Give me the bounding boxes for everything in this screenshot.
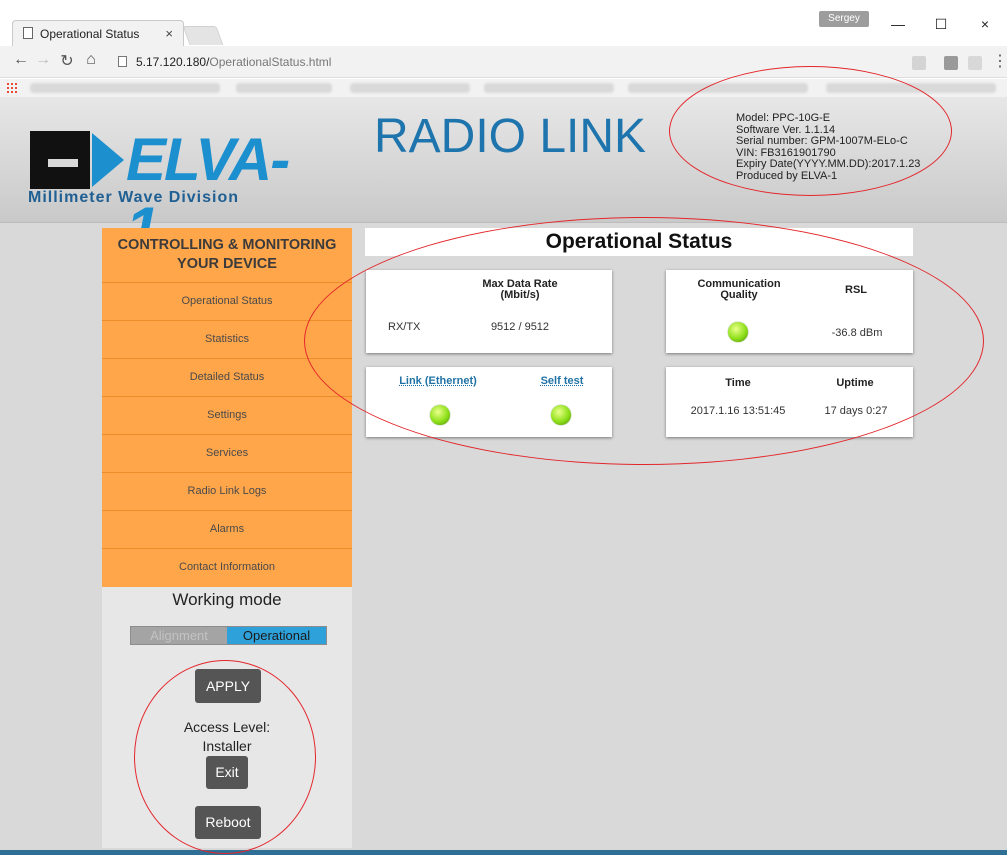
access-level: Access Level: Installer xyxy=(102,718,352,756)
sidebar-item-alarms[interactable]: Alarms xyxy=(102,511,352,549)
page-icon xyxy=(118,56,127,67)
quality-rsl-card: Communication Quality RSL -36.8 dBm xyxy=(666,270,913,353)
bottom-strip xyxy=(0,850,1007,855)
logo-e-block xyxy=(30,131,90,189)
new-tab-button[interactable] xyxy=(182,26,224,45)
apply-button[interactable]: APPLY xyxy=(195,669,261,703)
communication-quality-led-icon xyxy=(728,322,748,342)
address-bar-row: ← → ↻ ⌂ 5.17.120.180/OperationalStatus.h… xyxy=(0,46,1007,78)
sidebar-item-settings[interactable]: Settings xyxy=(102,397,352,435)
tab-close-icon[interactable]: × xyxy=(165,26,173,41)
minimize-button[interactable]: — xyxy=(883,16,913,32)
uptime-header: Uptime xyxy=(836,377,874,389)
link-selftest-card: Link (Ethernet) Self test xyxy=(366,367,612,437)
document-icon xyxy=(23,27,33,39)
sidebar: CONTROLLING & MONITORING YOUR DEVICE Ope… xyxy=(102,228,352,848)
time-uptime-card: Time Uptime 2017.1.16 13:51:45 17 days 0… xyxy=(666,367,913,437)
forward-arrow-icon[interactable]: → xyxy=(32,51,54,69)
link-ethernet-led-icon xyxy=(430,405,450,425)
back-arrow-icon[interactable]: ← xyxy=(10,51,32,69)
access-level-label: Access Level: xyxy=(183,719,271,735)
self-test-led-icon xyxy=(551,405,571,425)
url-text[interactable]: 5.17.120.180/OperationalStatus.html xyxy=(136,55,331,69)
radio-link-title: RADIO LINK xyxy=(374,110,647,163)
elva-logo: ELVA-1 Millimeter Wave Division xyxy=(26,119,296,262)
profile-badge[interactable]: Sergey xyxy=(819,11,869,27)
device-model: Model: PPC-10G-E xyxy=(736,112,831,124)
link-ethernet-link[interactable]: Link (Ethernet) xyxy=(368,375,508,387)
data-rate-card: Max Data Rate (Mbit/s) RX/TX 9512 / 9512 xyxy=(366,270,612,353)
reboot-button[interactable]: Reboot xyxy=(195,806,261,839)
working-mode-title: Working mode xyxy=(172,590,282,609)
time-value: 2017.1.16 13:51:45 xyxy=(690,405,786,417)
blurred-bookmark[interactable] xyxy=(826,83,996,93)
sidebar-item-services[interactable]: Services xyxy=(102,435,352,473)
close-window-button[interactable]: × xyxy=(970,16,1000,32)
browser-menu-icon[interactable]: ⋮ xyxy=(992,51,1007,71)
bookmarks-bar xyxy=(0,79,1007,97)
mode-alignment-option[interactable]: Alignment xyxy=(131,627,227,644)
sidebar-item-operational-status[interactable]: Operational Status xyxy=(102,283,352,321)
access-level-value: Installer xyxy=(202,738,252,754)
maximize-button[interactable]: ☐ xyxy=(926,16,956,33)
blurred-bookmark[interactable] xyxy=(628,83,808,93)
sidebar-item-radio-link-logs[interactable]: Radio Link Logs xyxy=(102,473,352,511)
sidebar-item-contact-information[interactable]: Contact Information xyxy=(102,549,352,587)
tab-title: Operational Status xyxy=(40,27,140,41)
communication-quality-header: Communication Quality xyxy=(697,278,781,301)
browser-title-bar: Operational Status × Sergey — ☐ × xyxy=(0,0,1007,46)
rxtx-label: RX/TX xyxy=(388,321,421,333)
mode-operational-option[interactable]: Operational xyxy=(227,627,326,644)
rxtx-value: 9512 / 9512 xyxy=(490,321,550,333)
page: ELVA-1 Millimeter Wave Division RADIO LI… xyxy=(0,97,1007,855)
logo-subtitle: Millimeter Wave Division xyxy=(28,189,240,206)
blurred-bookmark[interactable] xyxy=(484,83,614,93)
browser-tab[interactable]: Operational Status × xyxy=(12,20,184,46)
rsl-value: -36.8 dBm xyxy=(831,327,883,339)
sidebar-item-statistics[interactable]: Statistics xyxy=(102,321,352,359)
home-icon[interactable]: ⌂ xyxy=(80,51,102,69)
self-test-link[interactable]: Self test xyxy=(516,375,608,387)
rsl-header: RSL xyxy=(845,284,867,296)
sidebar-menu: CONTROLLING & MONITORING YOUR DEVICE Ope… xyxy=(102,228,352,587)
data-rate-header: Max Data Rate (Mbit/s) xyxy=(482,278,558,301)
blurred-bookmark[interactable] xyxy=(236,83,332,93)
device-info: Model: PPC-10G-E Software Ver. 1.1.14 Se… xyxy=(736,112,920,183)
pdf-extension-icon[interactable] xyxy=(968,56,982,70)
uptime-value: 17 days 0:27 xyxy=(824,405,888,417)
url-bar[interactable]: 5.17.120.180/OperationalStatus.html xyxy=(110,51,930,73)
blurred-bookmark[interactable] xyxy=(30,83,220,93)
apps-grid-icon[interactable] xyxy=(6,82,18,94)
sidebar-item-detailed-status[interactable]: Detailed Status xyxy=(102,359,352,397)
exit-button[interactable]: Exit xyxy=(206,756,248,789)
logo-triangle xyxy=(92,133,124,187)
operational-status-title: Operational Status xyxy=(365,228,913,256)
time-header: Time xyxy=(725,377,751,389)
extension-off-icon[interactable] xyxy=(944,56,958,70)
device-producer: Produced by ELVA-1 xyxy=(736,169,838,182)
blurred-bookmark[interactable] xyxy=(350,83,470,93)
menu-heading: CONTROLLING & MONITORING YOUR DEVICE xyxy=(102,228,352,283)
reload-icon[interactable]: ↻ xyxy=(56,51,78,71)
translate-icon[interactable] xyxy=(912,56,926,70)
page-header: ELVA-1 Millimeter Wave Division RADIO LI… xyxy=(0,97,1007,262)
working-mode-toggle: Alignment Operational xyxy=(130,626,327,645)
